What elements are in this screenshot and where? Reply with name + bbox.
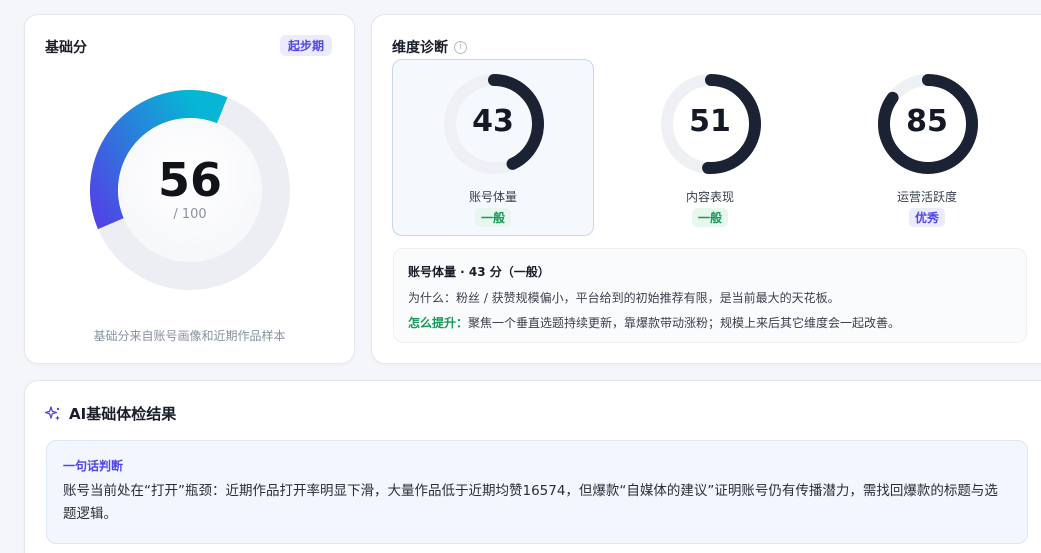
dimension-diagnosis-card: 维度诊断 i 43 账号体量 一般 51 内容表现 一般 85 运营活跃度 优秀…: [371, 14, 1041, 364]
ai-result-title-text: AI基础体检结果: [69, 405, 177, 423]
dimension-level-badge: 优秀: [908, 208, 946, 227]
ai-verdict-panel: 一句话判断 账号当前处在“打开”瓶颈：近期作品打开率明显下滑，大量作品低于近期均…: [46, 440, 1028, 544]
dimension-account-scale[interactable]: 43 账号体量 一般: [392, 59, 594, 236]
base-score-value: 56: [157, 153, 222, 207]
dimension-detail-panel: 账号体量 · 43 分（一般） 为什么：粉丝 / 获赞规模偏小，平台给到的初始推…: [393, 248, 1027, 343]
verdict-label: 一句话判断: [63, 459, 124, 473]
info-icon[interactable]: i: [454, 40, 467, 54]
base-score-title: 基础分: [45, 40, 87, 56]
dimension-level-badge: 一般: [691, 208, 729, 227]
sparkle-icon: [45, 405, 60, 420]
detail-why: 为什么：粉丝 / 获赞规模偏小，平台给到的初始推荐有限，是当前最大的天花板。: [408, 291, 840, 305]
verdict-text: 账号当前处在“打开”瓶颈：近期作品打开率明显下滑，大量作品低于近期均赞16574…: [63, 483, 998, 522]
dimension-operation-activity[interactable]: 85 运营活跃度 优秀: [826, 59, 1028, 236]
stage-badge: 起步期: [279, 35, 332, 56]
dimension-diagnosis-title: 维度诊断 i: [392, 37, 467, 57]
detail-how-label: 怎么提升：: [408, 316, 469, 330]
dimension-name: 运营活跃度: [896, 190, 957, 204]
base-score-note: 基础分来自账号画像和近期作品样本: [93, 329, 286, 343]
dimension-value: 51: [689, 104, 731, 139]
detail-how-text: 聚焦一个垂直选题持续更新，靠爆款带动涨粉；规模上来后其它维度会一起改善。: [468, 316, 901, 330]
dimension-value: 43: [472, 104, 514, 139]
dimension-name: 账号体量: [468, 190, 517, 204]
ai-result-title: AI基础体检结果: [45, 403, 176, 424]
base-score-max: / 100: [173, 207, 207, 222]
base-score-gauge: 56 / 100: [87, 87, 293, 293]
dimension-name: 内容表现: [685, 190, 734, 204]
dimension-title-text: 维度诊断: [392, 40, 448, 56]
dimension-content-performance[interactable]: 51 内容表现 一般: [609, 59, 811, 236]
detail-how: 怎么提升：聚焦一个垂直选题持续更新，靠爆款带动涨粉；规模上来后其它维度会一起改善…: [408, 314, 1012, 331]
dimension-value: 85: [906, 104, 948, 139]
detail-heading: 账号体量 · 43 分（一般）: [408, 265, 550, 279]
ai-result-card: AI基础体检结果 一句话判断 账号当前处在“打开”瓶颈：近期作品打开率明显下滑，…: [24, 380, 1041, 553]
dimension-level-badge: 一般: [474, 208, 512, 227]
base-score-card: 基础分 起步期 56 / 100 基础分来自账号画像和近期作品样本: [24, 14, 355, 364]
